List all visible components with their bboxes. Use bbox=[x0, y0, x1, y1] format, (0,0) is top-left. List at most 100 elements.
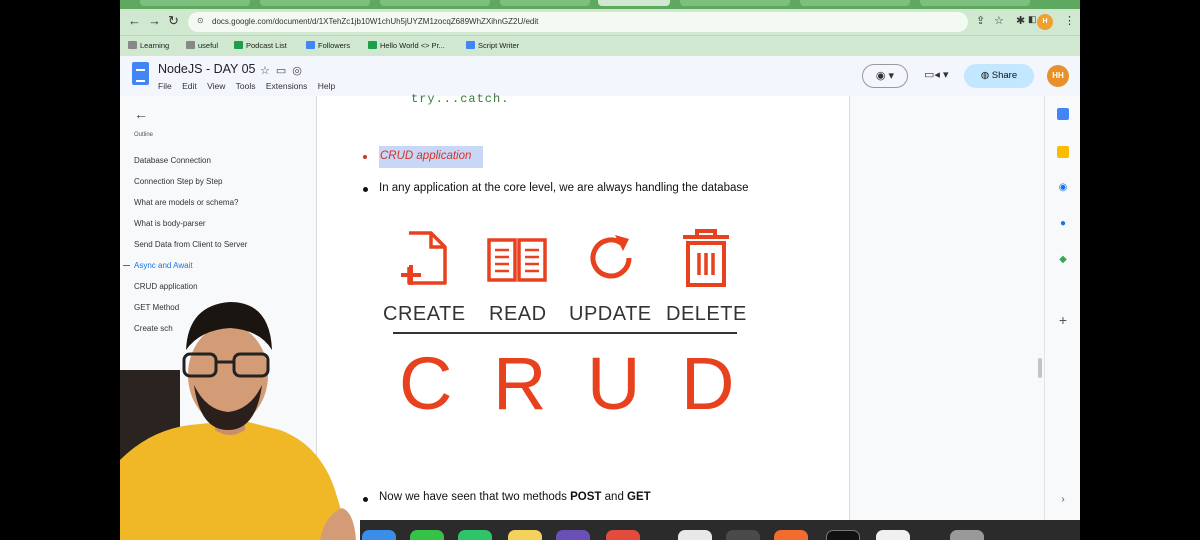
read-label: READ bbox=[489, 303, 547, 325]
dock-app-icon[interactable] bbox=[678, 530, 712, 540]
dock-app-icon[interactable] bbox=[458, 530, 492, 540]
url-text: docs.google.com/document/d/1XTehZc1jb10W… bbox=[212, 17, 539, 26]
browser-tab[interactable] bbox=[140, 0, 250, 6]
browser-tab[interactable] bbox=[920, 0, 1030, 6]
outline-item[interactable]: Database Connection bbox=[134, 156, 211, 165]
browser-tab[interactable] bbox=[380, 0, 490, 6]
letter-u: U bbox=[587, 342, 641, 425]
trash-bin-icon bbox=[683, 229, 729, 287]
docs-header: NodeJS - DAY 05 ☆▭◎ File Edit View Tools… bbox=[120, 56, 1080, 96]
sheets-icon bbox=[234, 41, 243, 49]
dock-bar bbox=[360, 520, 1080, 540]
create-file-icon bbox=[401, 231, 447, 285]
dock-app-icon[interactable] bbox=[410, 530, 444, 540]
dock-app-icon[interactable] bbox=[606, 530, 640, 540]
update-label: UPDATE bbox=[569, 303, 652, 325]
maps-icon[interactable]: ◆ bbox=[1057, 254, 1069, 266]
folder-icon bbox=[186, 41, 195, 49]
globe-icon: ◍ bbox=[980, 70, 992, 81]
dock-app-icon[interactable] bbox=[556, 530, 590, 540]
dock-app-icon[interactable] bbox=[362, 530, 396, 540]
browser-tab[interactable] bbox=[800, 0, 910, 6]
title-actions: ☆▭◎ bbox=[260, 64, 308, 77]
site-info-icon[interactable]: ⊙ bbox=[197, 16, 204, 25]
menu-view[interactable]: View bbox=[207, 81, 225, 91]
bookmark-hello-world[interactable]: Hello World <> Pr... bbox=[368, 41, 445, 50]
divider-line bbox=[393, 332, 737, 334]
keep-icon[interactable] bbox=[1057, 146, 1069, 158]
star-icon[interactable]: ☆ bbox=[260, 65, 276, 77]
view-mode-button[interactable]: ◉ ▾ bbox=[862, 64, 908, 88]
menu-bar: File Edit View Tools Extensions Help bbox=[158, 81, 343, 91]
bookmark-useful[interactable]: useful bbox=[186, 41, 218, 50]
bookmark-learning[interactable]: Learning bbox=[128, 41, 169, 50]
open-book-icon bbox=[487, 238, 547, 282]
account-avatar[interactable]: HH bbox=[1047, 65, 1069, 87]
share-button[interactable]: ◍ Share bbox=[964, 64, 1034, 88]
back-icon[interactable]: ← bbox=[128, 13, 141, 28]
docs-logo-icon[interactable] bbox=[132, 62, 149, 85]
outline-item[interactable]: Send Data from Client to Server bbox=[134, 240, 247, 249]
dock-app-icon[interactable] bbox=[774, 530, 808, 540]
browser-tab[interactable] bbox=[500, 0, 590, 6]
scrollbar-thumb[interactable] bbox=[1038, 358, 1042, 378]
back-arrow-icon[interactable]: ← bbox=[134, 106, 148, 122]
move-folder-icon[interactable]: ▭ bbox=[276, 65, 292, 77]
bookmark-podcast-list[interactable]: Podcast List bbox=[234, 41, 287, 50]
menu-edit[interactable]: Edit bbox=[182, 81, 197, 91]
dock-app-icon[interactable] bbox=[508, 530, 542, 540]
browser-tab-active[interactable] bbox=[598, 0, 670, 6]
bookmark-star-icon[interactable]: ☆ bbox=[994, 14, 1004, 27]
letter-c: C bbox=[399, 342, 453, 425]
browser-tab[interactable] bbox=[680, 0, 790, 6]
browser-tab[interactable] bbox=[260, 0, 370, 6]
contacts-icon[interactable]: ● bbox=[1057, 218, 1069, 230]
doc-status-icon[interactable]: ◎ bbox=[292, 65, 308, 77]
eye-icon: ◉ ▾ bbox=[875, 70, 895, 82]
document-title[interactable]: NodeJS - DAY 05 bbox=[158, 62, 256, 76]
outline-item[interactable]: Connection Step by Step bbox=[134, 177, 223, 186]
menu-help[interactable]: Help bbox=[318, 81, 335, 91]
calendar-icon[interactable] bbox=[1057, 108, 1069, 120]
forward-icon[interactable]: → bbox=[148, 13, 161, 28]
meet-button[interactable]: ▭◂ ▾ bbox=[924, 68, 949, 81]
crud-heading[interactable]: CRUD application bbox=[380, 150, 471, 162]
delete-label: DELETE bbox=[666, 303, 747, 325]
paragraph-text[interactable]: In any application at the core level, we… bbox=[379, 182, 749, 194]
profile-avatar[interactable]: H bbox=[1037, 14, 1053, 30]
document-page[interactable]: try...catch. CRUD application In any app… bbox=[316, 92, 850, 540]
share-label: Share bbox=[991, 70, 1018, 81]
tab-strip bbox=[120, 0, 1080, 9]
terminal-icon[interactable] bbox=[826, 530, 860, 540]
sidebar-icon[interactable]: ◧ bbox=[1028, 14, 1037, 25]
outline-item[interactable]: What is body-parser bbox=[134, 219, 206, 228]
more-menu-icon[interactable]: ⋮ bbox=[1064, 14, 1075, 27]
address-toolbar: ← → ↻ ⊙ docs.google.com/document/d/1XTeh… bbox=[120, 9, 1080, 35]
share-page-icon[interactable]: ⇪ bbox=[976, 14, 985, 27]
outline-item-active[interactable]: Async and Await bbox=[123, 261, 193, 270]
extensions-icon[interactable]: ✱ bbox=[1016, 14, 1025, 27]
sheets-icon bbox=[368, 41, 377, 49]
reload-icon[interactable]: ↻ bbox=[168, 13, 179, 29]
bullet bbox=[363, 155, 367, 159]
docs-icon bbox=[466, 41, 475, 49]
create-label: CREATE bbox=[383, 303, 466, 325]
outline-item[interactable]: What are models or schema? bbox=[134, 198, 239, 207]
paragraph-text[interactable]: Now we have seen that two methods POST a… bbox=[379, 491, 651, 503]
dock-app-icon[interactable] bbox=[726, 530, 760, 540]
bookmarks-bar: Learning useful Podcast List Followers H… bbox=[120, 35, 1080, 56]
add-addon-icon[interactable]: + bbox=[1057, 313, 1069, 327]
dock-app-icon[interactable] bbox=[876, 530, 910, 540]
screen-frame: ← → ↻ ⊙ docs.google.com/document/d/1XTeh… bbox=[120, 0, 1080, 540]
tasks-icon[interactable]: ◉ bbox=[1057, 182, 1069, 194]
menu-extensions[interactable]: Extensions bbox=[266, 81, 308, 91]
code-snippet: try...catch. bbox=[411, 92, 510, 106]
folder-icon bbox=[128, 41, 137, 49]
expand-panel-icon[interactable]: › bbox=[1057, 494, 1069, 506]
url-bar[interactable]: ⊙ docs.google.com/document/d/1XTehZc1jb1… bbox=[188, 12, 968, 32]
bookmark-followers[interactable]: Followers bbox=[306, 41, 350, 50]
bookmark-script-writer[interactable]: Script Writer bbox=[466, 41, 519, 50]
menu-file[interactable]: File bbox=[158, 81, 172, 91]
menu-tools[interactable]: Tools bbox=[236, 81, 256, 91]
dock-app-icon[interactable] bbox=[950, 530, 984, 540]
